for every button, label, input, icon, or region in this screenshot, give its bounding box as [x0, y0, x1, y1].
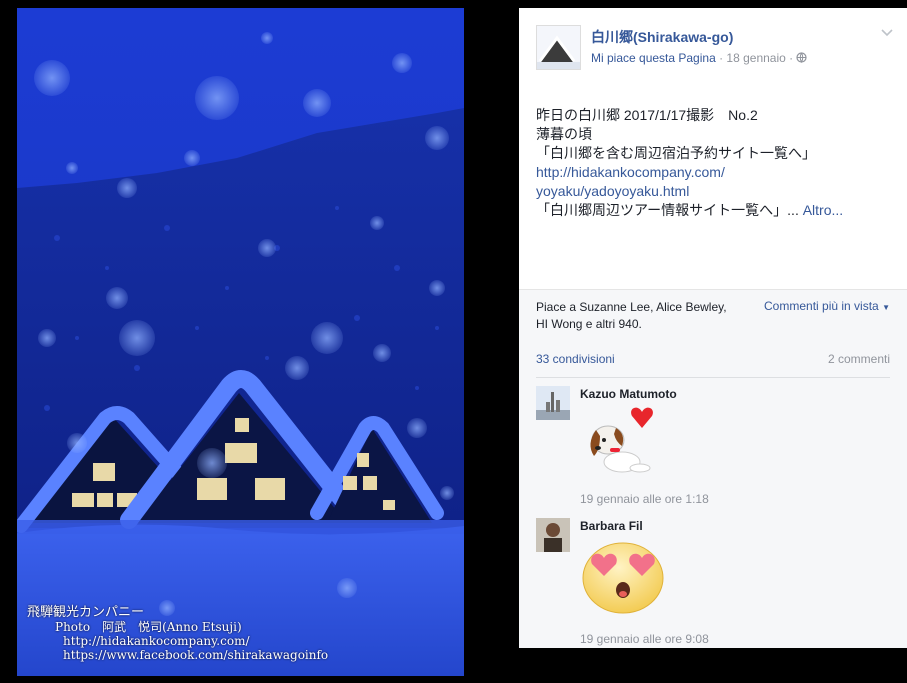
comments-count[interactable]: 2 commenti	[828, 352, 890, 366]
globe-icon	[796, 52, 808, 64]
comments-divider	[536, 377, 890, 378]
avatar-image	[536, 518, 570, 552]
post-side-panel: 白川郷(Shirakawa-go) Mi piace questa Pagina…	[519, 8, 907, 648]
post-text: 昨日の白川郷 2017/1/17撮影 No.2 薄暮の頃 「白川郷を含む周辺宿泊…	[536, 106, 896, 220]
post-link-line-1[interactable]: http://hidakankocompany.com/	[536, 163, 896, 182]
comment-timestamp[interactable]: 19 gennaio alle ore 9:08	[580, 632, 709, 646]
shirakawa-go-winter-photo	[17, 8, 464, 676]
commenter-avatar[interactable]	[536, 518, 570, 552]
avatar-image	[536, 386, 570, 420]
post-line-4: 「白川郷周辺ツアー情報サイト一覧へ」... Altro...	[536, 201, 896, 220]
sticker-image	[582, 542, 664, 614]
page-avatar[interactable]	[536, 25, 581, 70]
commenter-avatar[interactable]	[536, 386, 570, 420]
page-avatar-image	[537, 26, 580, 69]
post-date[interactable]: 18 gennaio	[726, 51, 785, 65]
photo-viewer: 飛騨観光カンパニー Photo 阿武 悦司(Anno Etsuji) http:…	[0, 0, 519, 683]
comment-sort-dropdown[interactable]: Commenti più in vista ▼	[764, 299, 890, 313]
credit-company: 飛騨観光カンパニー	[27, 605, 145, 620]
see-more-link[interactable]: Altro...	[799, 202, 843, 218]
page-name-link[interactable]: 白川郷(Shirakawa-go)	[591, 27, 733, 47]
comment-item: Kazuo Matumoto 19 gennaio alle ore 1:18	[536, 386, 890, 506]
post-header: 白川郷(Shirakawa-go) Mi piace questa Pagina…	[536, 25, 896, 75]
sticker-image	[590, 407, 653, 473]
divider	[519, 289, 907, 290]
meta-separator: ·	[715, 51, 727, 65]
credit-facebook: https://www.facebook.com/shirakawagoinfo	[63, 648, 329, 662]
post-line-3: 「白川郷を含む周辺宿泊予約サイト一覧へ」	[536, 145, 816, 161]
heart-eyes-emoji	[580, 540, 666, 621]
credit-photographer: Photo 阿武 悦司(Anno Etsuji)	[55, 620, 242, 634]
post-line-4-text: 「白川郷周辺ツアー情報サイト一覧へ」...	[536, 202, 799, 218]
caret-down-icon: ▼	[882, 303, 890, 312]
meta-separator-2: ·	[785, 51, 797, 65]
commenter-name[interactable]: Kazuo Matumoto	[580, 387, 677, 401]
likes-summary[interactable]: Piace a Suzanne Lee, Alice Bewley, HI Wo…	[536, 299, 736, 333]
post-link-line-2[interactable]: yoyaku/yadoyoyaku.html	[536, 182, 896, 201]
post-line-1: 昨日の白川郷 2017/1/17撮影 No.2	[536, 107, 758, 123]
chevron-down-icon[interactable]	[880, 25, 894, 39]
credit-website: http://hidakankocompany.com/	[63, 634, 250, 648]
commenter-name[interactable]: Barbara Fil	[580, 519, 643, 533]
comment-timestamp[interactable]: 19 gennaio alle ore 1:18	[580, 492, 709, 506]
like-page-link[interactable]: Mi piace questa Pagina	[591, 51, 716, 65]
post-photo[interactable]: 飛騨観光カンパニー Photo 阿武 悦司(Anno Etsuji) http:…	[17, 8, 464, 676]
post-meta: Mi piace questa Pagina · 18 gennaio ·	[591, 51, 808, 65]
photo-credits: 飛騨観光カンパニー Photo 阿武 悦司(Anno Etsuji) http:…	[27, 605, 329, 663]
comment-item: Barbara Fil 19 gennaio alle ore 9:08	[536, 518, 890, 646]
puppy-heart-sticker	[580, 404, 660, 487]
shares-count[interactable]: 33 condivisioni	[536, 352, 615, 366]
engagement-counts: 33 condivisioni 2 commenti	[536, 352, 890, 366]
sort-label: Commenti più in vista	[764, 299, 879, 313]
post-line-2: 薄暮の頃	[536, 126, 592, 142]
